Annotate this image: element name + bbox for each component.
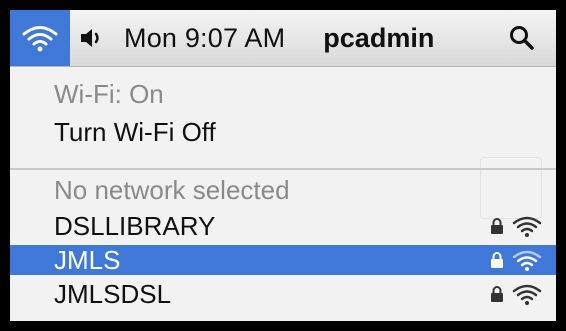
menu-divider	[10, 168, 556, 170]
lock-icon	[491, 286, 503, 302]
network-item-dsllibrary[interactable]: DSLLIBRARY	[10, 211, 556, 241]
network-item-jmlsdsl[interactable]: JMLSDSL	[10, 279, 556, 309]
volume-icon[interactable]	[70, 10, 114, 66]
network-name: JMLSDSL	[54, 278, 172, 309]
network-item-jmls[interactable]: JMLS	[10, 245, 556, 275]
network-status: No network selected	[10, 175, 556, 205]
wifi-signal-icon	[512, 216, 542, 237]
network-name: JMLS	[54, 244, 121, 275]
wifi-menu-icon[interactable]	[10, 10, 70, 66]
screenshot-frame: Mon 9:07 AM pcadmin Wi-Fi: On Turn Wi-Fi…	[10, 10, 556, 321]
menu-bar: Mon 9:07 AM pcadmin	[10, 10, 556, 67]
lock-icon	[491, 218, 503, 234]
wifi-status-label: Wi-Fi: On	[54, 78, 164, 109]
wifi-signal-icon	[512, 250, 542, 271]
menubar-username[interactable]: pcadmin	[323, 23, 434, 54]
wifi-signal-icon	[512, 284, 542, 305]
network-name: DSLLIBRARY	[54, 210, 216, 241]
wifi-icon	[22, 26, 58, 52]
wifi-dropdown-menu: Wi-Fi: On Turn Wi-Fi Off No network sele…	[10, 67, 556, 321]
menubar-clock[interactable]: Mon 9:07 AM	[124, 23, 285, 54]
network-status-label: No network selected	[54, 174, 290, 205]
turn-wifi-off-label: Turn Wi-Fi Off	[54, 116, 216, 147]
wifi-status: Wi-Fi: On	[10, 79, 556, 109]
turn-wifi-off-item[interactable]: Turn Wi-Fi Off	[10, 117, 556, 147]
lock-icon	[491, 252, 503, 268]
spotlight-search-icon[interactable]	[502, 10, 542, 66]
